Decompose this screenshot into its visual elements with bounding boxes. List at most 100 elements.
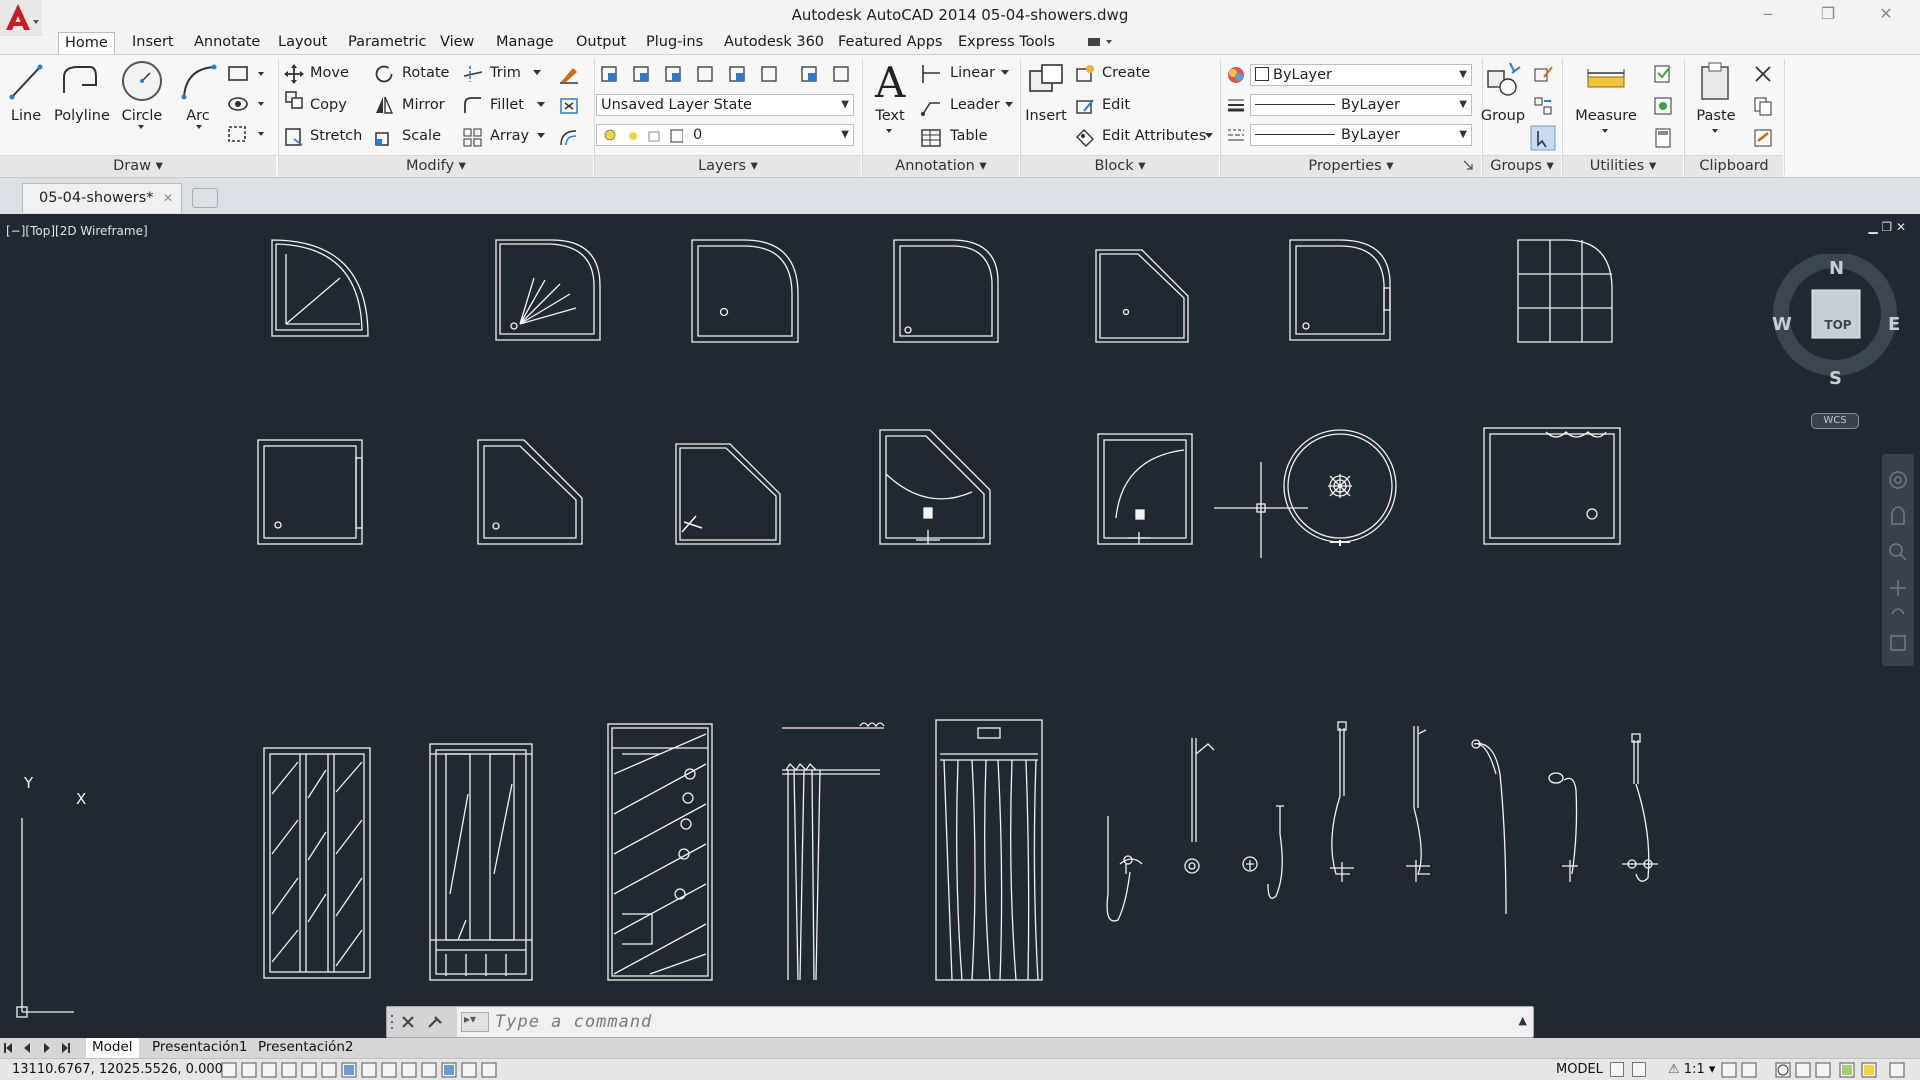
shower-fixture-slide-bar-3[interactable]: [1406, 726, 1430, 882]
layer-state-dropdown[interactable]: Unsaved Layer State ▼: [596, 94, 854, 116]
layout-tab-presentacion1[interactable]: Presentación1: [146, 1038, 254, 1058]
drafting-toggles-icon[interactable]: [220, 1061, 550, 1079]
tab-autodesk-360[interactable]: Autodesk 360: [718, 32, 830, 54]
dialog-launcher-icon[interactable]: [1462, 159, 1474, 171]
shower-fixture-handheld-1[interactable]: [1106, 816, 1143, 922]
shower-plan-jets[interactable]: [495, 239, 601, 341]
edit-attributes-dropdown-icon[interactable]: [1204, 132, 1214, 140]
arc-button[interactable]: Arc: [178, 108, 218, 124]
tab-home[interactable]: Home: [58, 32, 115, 54]
mirror-button[interactable]: Mirror: [402, 97, 445, 113]
close-button[interactable]: ✕: [1866, 3, 1906, 27]
rotate-button[interactable]: Rotate: [402, 65, 449, 81]
linetype-dropdown[interactable]: ByLayer ▼: [1250, 124, 1472, 146]
restore-button[interactable]: ❐: [1808, 3, 1848, 27]
shower-elevation-cabin[interactable]: [429, 743, 533, 981]
shower-fixture-slide-bar-1[interactable]: [1184, 738, 1215, 874]
region-icon[interactable]: [226, 123, 268, 145]
match-properties-icon[interactable]: [1226, 65, 1246, 85]
circle-button[interactable]: Circle: [120, 108, 164, 124]
viewcube-top-face[interactable]: TOP: [1818, 318, 1858, 332]
leader-dropdown-icon[interactable]: [1004, 101, 1014, 109]
command-input[interactable]: Type a command: [495, 1012, 652, 1032]
stretch-button[interactable]: Stretch: [310, 128, 362, 144]
fillet-button[interactable]: Fillet: [490, 97, 524, 113]
shower-fixture-handheld-2[interactable]: [1242, 805, 1284, 899]
group-button[interactable]: Group: [1480, 108, 1526, 124]
layer-dropdown[interactable]: 0 ▼: [596, 124, 854, 146]
create-button[interactable]: Create: [1102, 65, 1150, 81]
copy-button[interactable]: Copy: [310, 97, 347, 113]
tab-express-tools[interactable]: Express Tools: [952, 32, 1061, 54]
tab-plug-ins[interactable]: Plug-ins: [640, 32, 709, 54]
tab-view[interactable]: View: [434, 32, 480, 54]
shower-plan-tiled[interactable]: [1517, 239, 1613, 343]
lineweight-dropdown[interactable]: ByLayer ▼: [1250, 94, 1472, 116]
ungroup-icon[interactable]: [1532, 63, 1554, 85]
shower-plan-circular[interactable]: [1283, 429, 1397, 546]
viewcube[interactable]: N S E W TOP: [1772, 214, 1902, 389]
leader-button[interactable]: Leader: [950, 97, 1000, 113]
text-button[interactable]: Text: [870, 108, 910, 124]
shower-plan-pentagon[interactable]: [1095, 249, 1189, 343]
match-clip-icon[interactable]: [1752, 127, 1774, 149]
clipboard-panel-title[interactable]: Clipboard: [1685, 155, 1783, 177]
cut-icon[interactable]: [1752, 63, 1774, 85]
layout-tab-presentacion2[interactable]: Presentación2: [252, 1038, 360, 1058]
tab-layout[interactable]: Layout: [272, 32, 333, 54]
fillet-dropdown-icon[interactable]: [536, 101, 546, 109]
shower-plan-corner-door[interactable]: [1097, 433, 1193, 545]
shower-plan-quarter-round[interactable]: [271, 239, 369, 337]
compass-west[interactable]: W: [1772, 314, 1792, 335]
shower-plan-rounded[interactable]: [893, 239, 999, 343]
groups-panel-title[interactable]: Groups ▾: [1483, 155, 1561, 177]
move-button[interactable]: Move: [310, 65, 349, 81]
scale-button[interactable]: Scale: [402, 128, 441, 144]
minimize-button[interactable]: ‒: [1748, 3, 1788, 27]
shower-plan-curved-door[interactable]: [1289, 239, 1391, 341]
application-menu-button[interactable]: [0, 0, 42, 36]
measure-button[interactable]: Measure: [1574, 108, 1638, 124]
shower-fixture-hand-shower[interactable]: [1548, 772, 1578, 882]
measure-dropdown-icon[interactable]: [1596, 127, 1616, 137]
tab-insert[interactable]: Insert: [126, 32, 180, 54]
grid-icon[interactable]: [1610, 1062, 1624, 1077]
text-dropdown-icon[interactable]: [880, 127, 900, 137]
shower-elevation-glass-doors[interactable]: [263, 747, 371, 979]
trim-button[interactable]: Trim: [490, 65, 521, 81]
command-prompt-icon[interactable]: ▸▾: [461, 1012, 489, 1032]
annotation-panel-title[interactable]: Annotation ▾: [863, 155, 1019, 177]
tab-manage[interactable]: Manage: [490, 32, 560, 54]
array-button[interactable]: Array: [490, 128, 529, 144]
navigation-bar[interactable]: [1882, 454, 1914, 666]
shower-elevation-curtain[interactable]: [935, 719, 1043, 981]
offset-icon[interactable]: [558, 127, 580, 149]
shower-plan-tray[interactable]: [691, 239, 799, 343]
arc-dropdown-icon[interactable]: [180, 123, 220, 133]
layout-tab-model[interactable]: Model: [86, 1038, 139, 1058]
layers-panel-title[interactable]: Layers ▾: [595, 155, 861, 177]
hatch-icon[interactable]: [226, 93, 268, 115]
shower-plan-rectangular[interactable]: [1483, 427, 1621, 545]
draw-panel-title[interactable]: Draw ▾: [0, 155, 276, 177]
model-space-toggle[interactable]: MODEL: [1556, 1062, 1603, 1077]
drawing-canvas[interactable]: [−][Top][2D Wireframe] ▁ ❐ ✕ Y X N S E W…: [0, 214, 1920, 1038]
shower-fixture-flexible-hose[interactable]: [1471, 739, 1507, 915]
new-tab-button[interactable]: [192, 188, 218, 208]
shower-plan-square[interactable]: [257, 439, 363, 545]
properties-panel-title[interactable]: Properties ▾: [1221, 155, 1481, 177]
block-panel-title[interactable]: Block ▾: [1021, 155, 1219, 177]
tab-annotate[interactable]: Annotate: [188, 32, 266, 54]
layer-tools-icon[interactable]: [598, 63, 860, 87]
tab-output[interactable]: Output: [570, 32, 632, 54]
wcs-menu[interactable]: WCS: [1811, 413, 1859, 429]
linear-button[interactable]: Linear: [950, 65, 995, 81]
compass-north[interactable]: N: [1829, 258, 1844, 279]
explode-icon[interactable]: [558, 95, 580, 117]
calculator-icon[interactable]: [1652, 127, 1674, 149]
circle-dropdown-icon[interactable]: [122, 123, 162, 133]
rectangle-icon[interactable]: [226, 63, 268, 85]
shower-fixture-wall-mixer[interactable]: [1622, 733, 1658, 882]
shower-fixture-slide-bar-2[interactable]: [1330, 721, 1354, 882]
coordinate-readout[interactable]: 13110.6767, 12025.5526, 0.0000: [12, 1062, 231, 1077]
